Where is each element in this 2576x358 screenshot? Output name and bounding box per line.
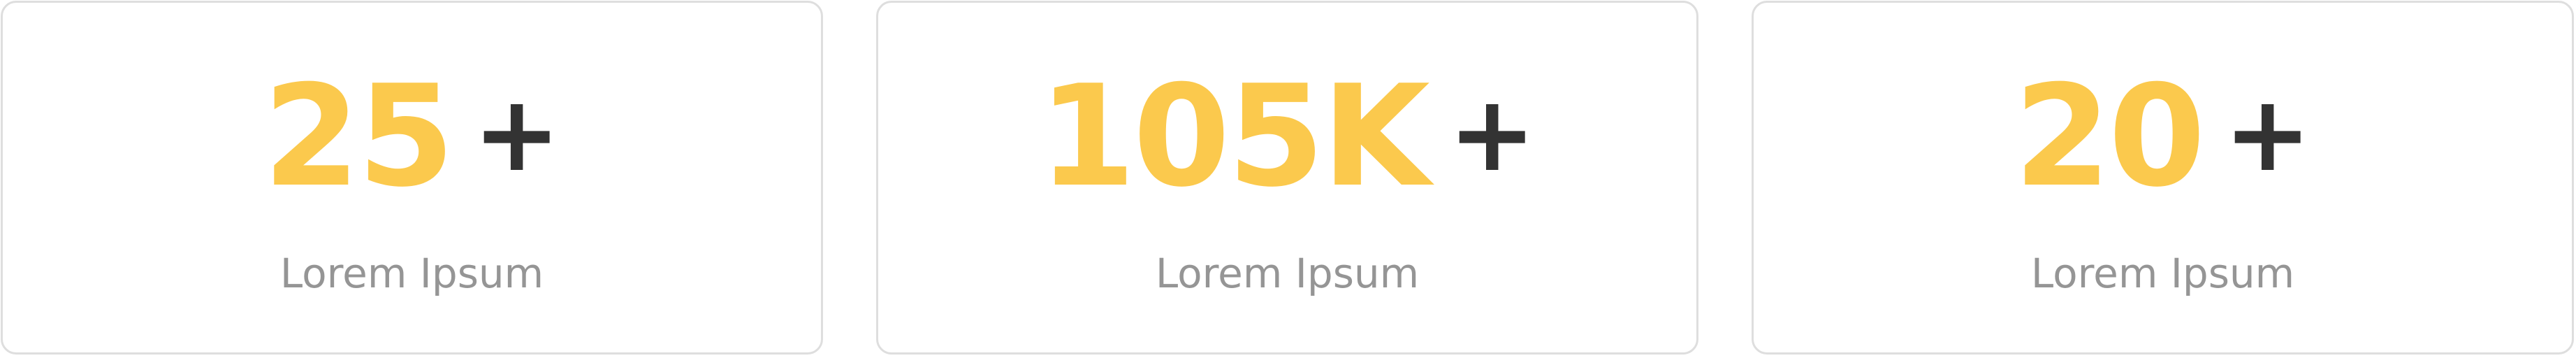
plus-sign: + [1448,73,1536,195]
stat-card: 25 + Lorem Ipsum [1,1,823,355]
stat-figure: 25 + [3,67,821,207]
plus-sign: + [2223,73,2312,195]
stat-label: Lorem Ipsum [279,250,544,297]
stats-row: 25 + Lorem Ipsum 105K + Lorem Ipsum 20 +… [0,0,2576,358]
stat-card: 20 + Lorem Ipsum [1752,1,2574,355]
stat-value: 20 [2014,55,2205,218]
plus-sign: + [472,73,561,195]
stat-label: Lorem Ipsum [2030,250,2295,297]
stat-figure: 105K + [878,67,1696,207]
stat-label: Lorem Ipsum [1155,250,1420,297]
stat-value: 25 [263,55,454,218]
stat-figure: 20 + [1754,67,2572,207]
stat-card: 105K + Lorem Ipsum [876,1,1698,355]
stat-value: 105K [1038,55,1429,218]
